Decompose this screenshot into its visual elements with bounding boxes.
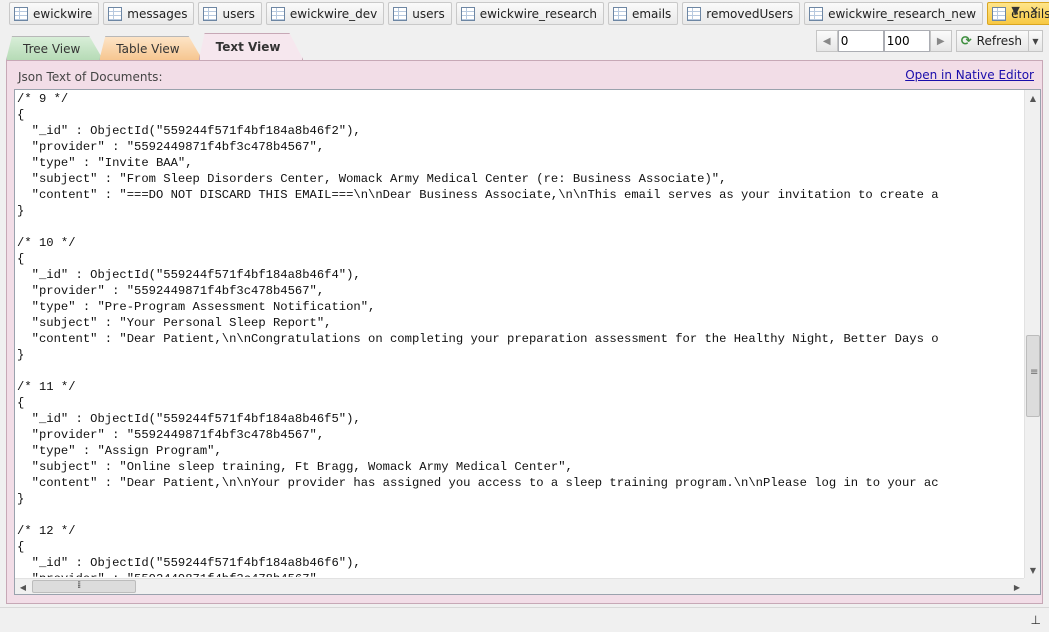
limit-input[interactable]	[883, 30, 930, 52]
doc-tab-removedusers[interactable]: removedUsers	[682, 2, 801, 25]
panel-label: Json Text of Documents:	[18, 70, 163, 84]
code-line: "provider" : "5592449871f4bf3c478b4567",	[17, 140, 325, 154]
database-icon	[809, 6, 824, 21]
collection-icon	[108, 6, 123, 21]
code-line: /* 10 */	[17, 236, 76, 250]
code-line: "_id" : ObjectId("559244f571f4bf184a8b46…	[17, 556, 361, 570]
doc-tab-users-2[interactable]: users	[388, 2, 452, 25]
triangle-right-icon: ▶	[936, 35, 945, 47]
database-icon	[14, 6, 28, 21]
code-line: /* 12 */	[17, 524, 76, 538]
code-line: "content" : "Dear Patient,\n\nYour provi…	[17, 476, 939, 490]
collection-icon	[687, 6, 702, 21]
json-text-editor[interactable]: /* 9 */ { "_id" : ObjectId("559244f571f4b…	[14, 89, 1041, 595]
skip-input[interactable]	[837, 30, 884, 52]
code-line: "provider" : "5592449871f4bf3c478b4567",	[17, 428, 325, 442]
status-bar: ⊥	[0, 607, 1049, 632]
collection-icon	[203, 6, 218, 21]
chevron-left-icon: ◀	[19, 582, 27, 592]
doc-tab-ewickwire-research[interactable]: ewickwire_research	[455, 2, 604, 25]
chevron-down-icon: ▼	[1029, 565, 1037, 575]
code-line: "subject" : "Your Personal Sleep Report"…	[17, 316, 332, 330]
scroll-right-button[interactable]: ▶	[1009, 579, 1025, 595]
database-icon	[460, 6, 475, 21]
previous-page-button[interactable]: ◀	[815, 30, 838, 52]
doc-tab-label: ewickwire_research_new	[828, 6, 977, 21]
code-line: "type" : "Assign Program",	[17, 444, 222, 458]
next-page-button[interactable]: ▶	[929, 30, 952, 52]
triangle-left-icon: ◀	[822, 35, 831, 47]
doc-tab-ewickwire-research-new[interactable]: ewickwire_research_new	[804, 2, 984, 25]
horizontal-scroll-thumb[interactable]	[32, 580, 136, 593]
code-line: /* 9 */	[17, 92, 69, 106]
code-line: /* 11 */	[17, 380, 76, 394]
doc-tab-emails[interactable]: emails	[607, 2, 679, 25]
code-line: {	[17, 396, 25, 410]
doc-tab-label: ewickwire_research	[479, 6, 597, 21]
doc-tab-label: ewickwire_dev	[289, 6, 378, 21]
chevron-down-icon[interactable]: ▼	[1011, 4, 1019, 17]
doc-tab-label: messages	[127, 6, 188, 21]
code-line: }	[17, 204, 25, 218]
refresh-button[interactable]: ⟳ Refresh	[955, 30, 1029, 52]
collection-icon	[992, 6, 1007, 21]
doc-tab-ewickwire-dev[interactable]: ewickwire_dev	[265, 2, 385, 25]
close-icon[interactable]: ✕	[1030, 4, 1039, 17]
scroll-up-button[interactable]: ▲	[1025, 90, 1041, 106]
doc-tab-label: removedUsers	[706, 6, 794, 21]
code-line: "_id" : ObjectId("559244f571f4bf184a8b46…	[17, 412, 361, 426]
code-line: "subject" : "Online sleep training, Ft B…	[17, 460, 573, 474]
doc-tab-label: emails	[631, 6, 672, 21]
tab-controls: ▼ ✕	[1011, 4, 1039, 17]
code-line: "content" : "Dear Patient,\n\nCongratula…	[17, 332, 939, 346]
chevron-up-icon: ▲	[1029, 93, 1037, 103]
tab-tree-view[interactable]: Tree View	[6, 36, 103, 60]
code-line: "content" : "===DO NOT DISCARD THIS EMAI…	[17, 188, 939, 202]
collection-icon	[612, 6, 627, 21]
code-line: }	[17, 492, 25, 506]
doc-tab-label: users	[222, 6, 255, 21]
code-line: "type" : "Pre-Program Assessment Notific…	[17, 300, 376, 314]
code-line: {	[17, 540, 25, 554]
horizontal-scrollbar[interactable]: ◀ ▶	[15, 578, 1025, 594]
scroll-left-button[interactable]: ◀	[15, 579, 31, 595]
tab-text-view[interactable]: Text View	[199, 33, 304, 60]
open-native-editor-link[interactable]: Open in Native Editor	[905, 68, 1034, 82]
chevron-right-icon: ▶	[1013, 582, 1021, 592]
code-line: }	[17, 348, 25, 362]
doc-tab-label: users	[412, 6, 445, 21]
tab-table-view[interactable]: Table View	[99, 36, 202, 60]
code-line: {	[17, 252, 25, 266]
vertical-scroll-thumb[interactable]	[1026, 335, 1040, 417]
database-icon	[270, 6, 285, 21]
code-line: "_id" : ObjectId("559244f571f4bf184a8b46…	[17, 268, 361, 282]
chevron-down-icon: ▼	[1032, 36, 1039, 46]
collection-icon	[393, 6, 408, 21]
doc-tab-ewickwire[interactable]: ewickwire	[9, 2, 100, 25]
refresh-dropdown-button[interactable]: ▼	[1029, 30, 1043, 52]
scroll-down-button[interactable]: ▼	[1025, 562, 1041, 578]
pin-icon[interactable]: ⊥	[1031, 613, 1041, 627]
doc-tab-messages[interactable]: messages	[103, 2, 195, 25]
refresh-label: Refresh	[976, 34, 1022, 48]
code-line: "provider" : "5592449871f4bf3c478b4567",	[17, 571, 1025, 577]
code-area[interactable]: /* 9 */ { "_id" : ObjectId("559244f571f4b…	[16, 91, 1025, 577]
code-line: {	[17, 108, 25, 122]
code-line: "provider" : "5592449871f4bf3c478b4567",	[17, 284, 325, 298]
text-view-panel: Json Text of Documents: Open in Native E…	[6, 60, 1043, 604]
code-line: "subject" : "From Sleep Disorders Center…	[17, 172, 727, 186]
code-line: "_id" : ObjectId("559244f571f4bf184a8b46…	[17, 124, 361, 138]
view-tab-bar: Tree View Table View Text View	[6, 33, 299, 60]
scrollbar-corner	[1024, 578, 1040, 594]
code-line: "type" : "Invite BAA",	[17, 156, 193, 170]
refresh-icon: ⟳	[960, 33, 972, 49]
vertical-scrollbar[interactable]: ▲ ▼	[1024, 90, 1040, 578]
doc-tab-label: ewickwire	[33, 6, 93, 21]
document-tab-bar: ewickwire messages users ewickwire_dev u…	[0, 0, 1049, 27]
doc-tab-users[interactable]: users	[198, 2, 262, 25]
pager: ◀ ▶ ⟳ Refresh ▼	[815, 29, 1043, 53]
